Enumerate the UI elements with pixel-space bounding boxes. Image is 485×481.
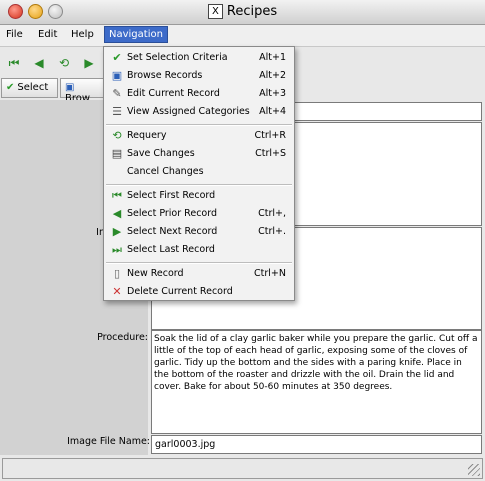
menu-item-requery[interactable]: ⟲ Requery Ctrl+R <box>104 127 294 145</box>
resize-grip-icon[interactable] <box>468 464 480 476</box>
menu-item-delete-current-record[interactable]: ✕ Delete Current Record <box>104 283 294 301</box>
menu-item-new-record[interactable]: ▯ New Record Ctrl+N <box>104 265 294 283</box>
delete-record-icon: ✕ <box>112 285 122 298</box>
menu-bar: File Edit Help Navigation <box>0 25 485 47</box>
menu-separator <box>106 262 292 264</box>
menu-file[interactable]: File <box>6 29 23 40</box>
list-icon: ☰ <box>112 105 122 118</box>
edit-icon: ✎ <box>112 87 122 100</box>
x11-icon: X <box>207 4 223 19</box>
select-button-label: Select <box>17 82 49 93</box>
title-bar: X Recipes <box>0 0 485 25</box>
requery-icon: ⟲ <box>112 129 122 142</box>
browse-button[interactable]: ▣ Brow <box>60 78 104 104</box>
browse-icon: ▣ <box>65 82 75 93</box>
checkmark-icon: ✔ <box>6 82 15 93</box>
menu-help[interactable]: Help <box>71 29 94 40</box>
window-title-text: Recipes <box>226 4 278 19</box>
menu-item-set-selection-criteria[interactable]: ✔ Set Selection Criteria Alt+1 <box>104 49 294 67</box>
prior-record-icon: ◀ <box>112 207 122 220</box>
menu-item-select-first-record[interactable]: ⏮ Select First Record <box>104 187 294 205</box>
menu-item-browse-records[interactable]: ▣ Browse Records Alt+2 <box>104 67 294 85</box>
menu-navigation[interactable]: Navigation <box>104 26 168 43</box>
menu-separator <box>106 124 292 126</box>
menu-item-view-assigned-categories[interactable]: ☰ View Assigned Categories Alt+4 <box>104 103 294 121</box>
select-button[interactable]: ✔ Select <box>1 78 58 98</box>
image-file-input[interactable]: garl0003.jpg <box>151 435 482 454</box>
menu-item-cancel-changes[interactable]: Cancel Changes <box>104 163 294 181</box>
browse-icon: ▣ <box>111 69 123 82</box>
menu-edit[interactable]: Edit <box>38 29 57 40</box>
menu-item-save-changes[interactable]: ▤ Save Changes Ctrl+S <box>104 145 294 163</box>
app-window: X Recipes File Edit Help Navigation ⏮ ◀ ⟲… <box>0 0 485 481</box>
image-file-value: garl0003.jpg <box>155 439 216 450</box>
checkmark-icon: ✔ <box>112 51 122 64</box>
prior-record-icon[interactable]: ◀ <box>31 55 47 71</box>
procedure-label: Procedure: <box>97 332 148 343</box>
image-file-label: Image File Name: <box>67 436 150 447</box>
requery-icon[interactable]: ⟲ <box>56 55 72 71</box>
menu-item-select-prior-record[interactable]: ◀ Select Prior Record Ctrl+, <box>104 205 294 223</box>
menu-item-select-next-record[interactable]: ▶ Select Next Record Ctrl+. <box>104 223 294 241</box>
menu-item-select-last-record[interactable]: ⏭ Select Last Record <box>104 241 294 259</box>
new-record-icon: ▯ <box>113 267 121 280</box>
menu-item-edit-current-record[interactable]: ✎ Edit Current Record Alt+3 <box>104 85 294 103</box>
procedure-field[interactable]: Soak the lid of a clay garlic baker whil… <box>151 330 482 434</box>
navigation-menu: ✔ Set Selection Criteria Alt+1 ▣ Browse … <box>103 46 295 301</box>
next-record-icon[interactable]: ▶ <box>81 55 97 71</box>
status-bar <box>2 458 483 479</box>
window-title: X Recipes <box>0 4 485 19</box>
first-record-icon[interactable]: ⏮ <box>6 55 22 71</box>
next-record-icon: ▶ <box>112 225 122 238</box>
menu-separator <box>106 184 292 186</box>
procedure-text: Soak the lid of a clay garlic baker whil… <box>154 334 478 392</box>
first-record-icon: ⏮ <box>112 189 122 202</box>
last-record-icon: ⏭ <box>112 243 122 256</box>
save-icon: ▤ <box>111 147 123 160</box>
